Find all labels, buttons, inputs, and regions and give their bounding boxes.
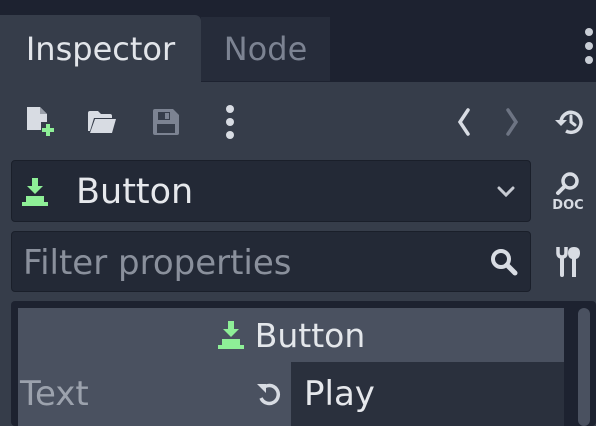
tab-inspector[interactable]: Inspector <box>0 15 201 82</box>
filter-placeholder: Filter properties <box>23 243 292 283</box>
section-title: Button <box>254 315 366 355</box>
tab-inspector-label: Inspector <box>25 29 176 68</box>
property-value: Play <box>304 374 375 414</box>
tab-node-label: Node <box>223 30 308 68</box>
history-icon[interactable] <box>552 106 586 138</box>
new-resource-icon[interactable] <box>22 104 56 140</box>
revert-icon[interactable] <box>254 378 284 410</box>
dot <box>585 28 593 36</box>
chevron-left-icon[interactable] <box>452 104 476 140</box>
dot <box>585 42 593 50</box>
property-label: Text <box>20 374 89 414</box>
dot <box>585 56 593 64</box>
section-header[interactable]: Button <box>18 308 564 362</box>
docs-icon[interactable]: DOC <box>548 170 588 214</box>
object-name: Button <box>76 172 194 212</box>
button-node-icon <box>217 321 244 349</box>
chevron-down-icon[interactable] <box>494 180 518 204</box>
tab-menu-button[interactable] <box>582 28 596 72</box>
search-icon <box>488 246 520 278</box>
svg-text:DOC: DOC <box>552 198 583 213</box>
button-node-icon <box>20 176 50 208</box>
folder-open-icon[interactable] <box>86 106 118 138</box>
chevron-right-icon[interactable] <box>500 104 524 140</box>
tab-node[interactable]: Node <box>201 17 330 81</box>
save-icon[interactable] <box>150 106 182 138</box>
tools-icon[interactable] <box>552 244 586 280</box>
scrollbar[interactable] <box>578 308 590 426</box>
vertical-dots-icon[interactable] <box>220 104 240 140</box>
